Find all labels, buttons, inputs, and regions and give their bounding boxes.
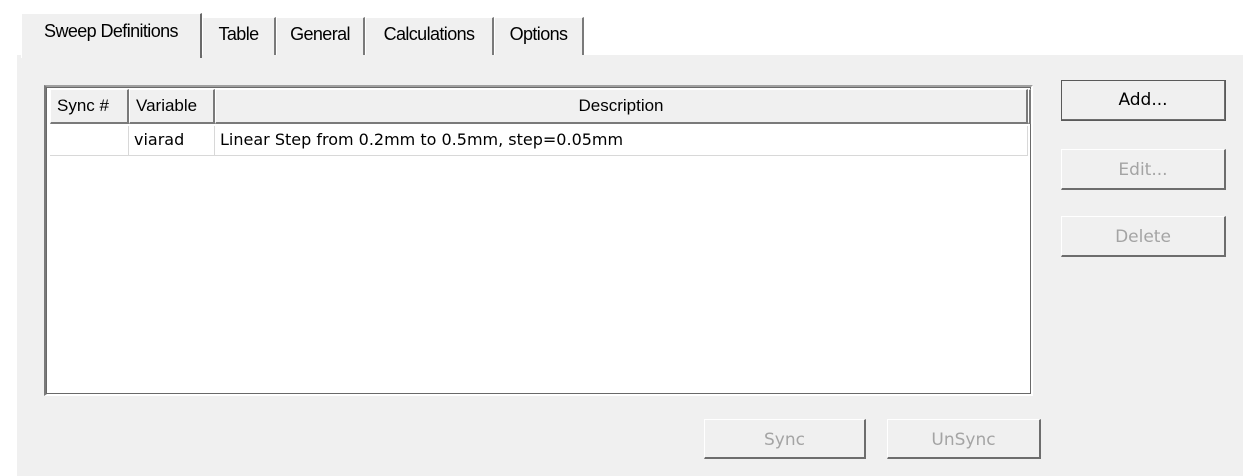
cell-sync xyxy=(50,126,129,155)
tab-calculations[interactable]: Calculations xyxy=(365,17,494,55)
delete-button[interactable]: Delete xyxy=(1061,216,1226,257)
column-header-description[interactable]: Description xyxy=(215,89,1028,124)
cell-description: Linear Step from 0.2mm to 0.5mm, step=0.… xyxy=(215,126,1028,155)
tab-general[interactable]: General xyxy=(276,17,365,55)
list-header: Sync # Variable Description xyxy=(50,89,1031,124)
column-header-filler xyxy=(1028,89,1031,124)
tab-table[interactable]: Table xyxy=(202,17,276,55)
tab-options[interactable]: Options xyxy=(494,17,584,55)
sweep-dialog: Sweep Definitions Table General Calculat… xyxy=(0,0,1243,476)
table-row[interactable]: viarad Linear Step from 0.2mm to 0.5mm, … xyxy=(50,126,1028,156)
edit-button[interactable]: Edit... xyxy=(1061,149,1226,190)
column-header-variable[interactable]: Variable xyxy=(129,89,215,124)
tab-sweep-definitions[interactable]: Sweep Definitions xyxy=(21,13,202,58)
add-button[interactable]: Add... xyxy=(1061,80,1226,121)
tab-strip: Sweep Definitions Table General Calculat… xyxy=(0,0,1243,58)
sync-button[interactable]: Sync xyxy=(704,419,866,459)
column-header-sync[interactable]: Sync # xyxy=(50,89,129,124)
unsync-button[interactable]: UnSync xyxy=(887,419,1041,459)
sweep-list[interactable]: Sync # Variable Description viarad Linea… xyxy=(44,85,1033,396)
cell-variable: viarad xyxy=(129,126,215,155)
